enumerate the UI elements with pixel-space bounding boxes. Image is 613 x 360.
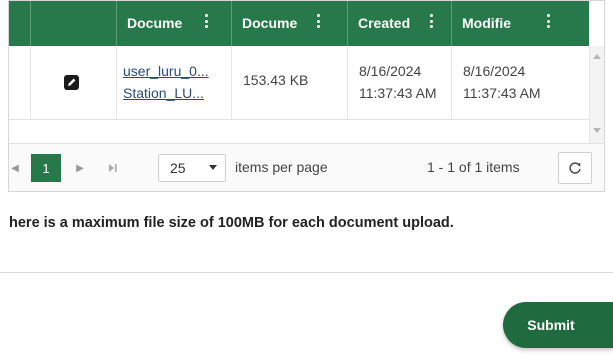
header-document-name[interactable]: Docume <box>116 1 231 46</box>
scroll-up-icon[interactable] <box>593 54 601 59</box>
document-size-cell: 153.43 KB <box>231 46 347 119</box>
header-cell-select <box>9 1 30 46</box>
header-document-size[interactable]: Docume <box>231 1 347 46</box>
documents-grid: Docume Docume Created Modifie user_luru_… <box>8 0 605 192</box>
column-menu-icon[interactable] <box>430 14 433 28</box>
column-menu-icon[interactable] <box>205 14 208 28</box>
file-size-notice: here is a maximum file size of 100MB for… <box>9 215 454 231</box>
created-cell: 8/16/2024 11:37:43 AM <box>347 46 451 119</box>
header-label: Docume <box>127 15 183 31</box>
column-menu-icon[interactable] <box>547 14 550 28</box>
created-time: 11:37:43 AM <box>359 85 437 101</box>
items-per-page-label: items per page <box>235 159 328 175</box>
table-row[interactable]: user_luru_0... Station_LU... 153.43 KB 8… <box>9 46 589 120</box>
scroll-down-icon[interactable] <box>593 128 601 133</box>
header-label: Docume <box>242 15 298 31</box>
chevron-down-icon <box>209 165 217 170</box>
refresh-button[interactable] <box>558 152 592 184</box>
grid-header: Docume Docume Created Modifie <box>9 1 589 46</box>
page-size-value: 25 <box>170 160 186 176</box>
page-size-dropdown[interactable]: 25 <box>158 154 226 182</box>
pager-info: 1 - 1 of 1 items <box>427 159 520 175</box>
edit-cell <box>30 46 116 119</box>
row-select-cell[interactable] <box>9 46 30 119</box>
header-label: Created <box>358 15 411 31</box>
header-label: Modifie <box>462 15 511 31</box>
header-cell-edit <box>30 1 116 46</box>
vertical-scrollbar[interactable] <box>589 46 604 143</box>
modified-time: 11:37:43 AM <box>463 85 541 101</box>
document-name-cell: user_luru_0... Station_LU... <box>116 46 231 119</box>
pencil-icon[interactable] <box>64 75 79 90</box>
last-page-icon[interactable] <box>103 154 123 182</box>
previous-page-icon[interactable]: ◀ <box>9 154 21 182</box>
divider <box>0 272 613 273</box>
modified-date: 8/16/2024 <box>463 63 526 79</box>
created-date: 8/16/2024 <box>359 63 422 79</box>
pager: ◀ 1 ▶ 25 items per page 1 - 1 of 1 items <box>9 143 604 191</box>
next-page-icon[interactable]: ▶ <box>72 154 88 182</box>
header-modified[interactable]: Modifie <box>451 1 589 46</box>
refresh-icon <box>569 162 581 174</box>
page-number-current[interactable]: 1 <box>31 154 61 182</box>
modified-cell: 8/16/2024 11:37:43 AM <box>451 46 589 119</box>
document-name-link[interactable]: user_luru_0... <box>123 60 209 82</box>
column-menu-icon[interactable] <box>317 14 320 28</box>
header-created[interactable]: Created <box>347 1 451 46</box>
document-size: 153.43 KB <box>243 72 309 88</box>
submit-button[interactable]: Submit <box>503 302 613 348</box>
document-name-link-line2[interactable]: Station_LU... <box>123 82 209 104</box>
